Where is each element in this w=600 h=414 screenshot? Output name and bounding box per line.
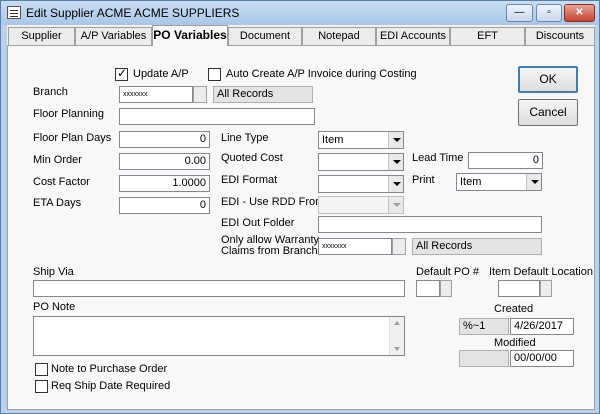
- close-button[interactable]: ✕: [564, 4, 595, 22]
- lead-time-field[interactable]: 0: [468, 152, 543, 169]
- default-po-label: Default PO #: [416, 266, 479, 278]
- edit-supplier-window: Edit Supplier ACME ACME SUPPLIERS — ▫ ✕ …: [0, 0, 600, 414]
- edi-rdd-select[interactable]: [318, 196, 404, 214]
- chevron-down-icon[interactable]: [526, 174, 541, 190]
- floor-planning-field[interactable]: [119, 108, 315, 125]
- scroll-down-icon[interactable]: [394, 347, 400, 351]
- branch-lookup-button[interactable]: [193, 86, 207, 103]
- tab-po-variables[interactable]: PO Variables: [152, 25, 228, 46]
- print-label: Print: [412, 174, 435, 186]
- tab-discounts[interactable]: Discounts: [525, 27, 595, 45]
- line-type-value: Item: [322, 134, 344, 146]
- dialog-client: Supplier A/P Variables PO Variables Docu…: [7, 25, 595, 410]
- ok-button[interactable]: OK: [518, 66, 578, 93]
- lead-time-label: Lead Time: [412, 152, 464, 164]
- edi-out-folder-field[interactable]: [318, 216, 542, 233]
- created-label: Created: [494, 303, 534, 315]
- warranty-branch-lookup-button[interactable]: [392, 238, 406, 255]
- req-ship-date-label: Req Ship Date Required: [51, 380, 171, 392]
- ship-via-label: Ship Via: [33, 266, 74, 278]
- warranty-branch-code-field[interactable]: xxxxxxx: [318, 238, 392, 255]
- created-date-field: 4/26/2017: [510, 318, 574, 335]
- minimize-button[interactable]: —: [506, 4, 533, 22]
- chevron-down-icon[interactable]: [388, 197, 403, 213]
- floor-plan-days-field[interactable]: 0: [119, 131, 210, 148]
- app-icon: [7, 6, 21, 19]
- min-order-field[interactable]: 0.00: [119, 153, 210, 170]
- item-default-location-lookup-button[interactable]: [540, 280, 552, 297]
- tab-edi-accounts[interactable]: EDI Accounts: [376, 27, 450, 45]
- auto-create-ap-checkbox[interactable]: [208, 68, 221, 81]
- print-select[interactable]: Item: [456, 173, 542, 191]
- ship-via-field[interactable]: [33, 280, 405, 297]
- edi-format-select[interactable]: [318, 175, 404, 193]
- chevron-down-icon[interactable]: [388, 176, 403, 192]
- branch-code-field[interactable]: xxxxxxx: [119, 86, 193, 103]
- cost-factor-field[interactable]: 1.0000: [119, 175, 210, 192]
- chevron-down-icon[interactable]: [388, 154, 403, 170]
- title-bar[interactable]: Edit Supplier ACME ACME SUPPLIERS — ▫ ✕: [1, 1, 599, 25]
- cancel-button[interactable]: Cancel: [518, 99, 578, 126]
- po-variables-panel: Update A/P Auto Create A/P Invoice durin…: [7, 45, 595, 410]
- floor-plan-days-label: Floor Plan Days: [33, 132, 112, 144]
- tab-notepad[interactable]: Notepad: [302, 27, 376, 45]
- po-note-textarea[interactable]: [33, 316, 405, 356]
- min-order-label: Min Order: [33, 154, 82, 166]
- cost-factor-label: Cost Factor: [33, 176, 90, 188]
- tab-document[interactable]: Document: [228, 27, 302, 45]
- branch-label: Branch: [33, 86, 68, 98]
- modified-user-field: [459, 350, 509, 367]
- warranty-branch-desc-field: All Records: [412, 238, 542, 255]
- floor-planning-label: Floor Planning: [33, 108, 104, 120]
- note-to-po-checkbox[interactable]: [35, 363, 48, 376]
- item-default-location-field[interactable]: [498, 280, 540, 297]
- line-type-select[interactable]: Item: [318, 131, 404, 149]
- edi-out-folder-label: EDI Out Folder: [221, 217, 295, 229]
- req-ship-date-checkbox[interactable]: [35, 380, 48, 393]
- quoted-cost-select[interactable]: [318, 153, 404, 171]
- window-title: Edit Supplier ACME ACME SUPPLIERS: [26, 6, 240, 20]
- edi-rdd-label: EDI - Use RDD From: [221, 196, 325, 208]
- tab-ap-variables[interactable]: A/P Variables: [75, 27, 152, 45]
- eta-days-label: ETA Days: [33, 197, 82, 209]
- po-note-label: PO Note: [33, 301, 76, 313]
- eta-days-field[interactable]: 0: [119, 197, 210, 214]
- quoted-cost-label: Quoted Cost: [221, 152, 283, 164]
- branch-desc-field: All Records: [213, 86, 313, 103]
- print-value: Item: [460, 176, 482, 188]
- line-type-label: Line Type: [221, 132, 269, 144]
- modified-date-field: 00/00/00: [510, 350, 574, 367]
- scroll-up-icon[interactable]: [394, 321, 400, 325]
- tab-strip: Supplier A/P Variables PO Variables Docu…: [7, 25, 595, 46]
- tab-eft[interactable]: EFT: [450, 27, 525, 45]
- warranty-label-line2: Claims from Branch: [221, 245, 318, 257]
- note-to-po-label: Note to Purchase Order: [51, 363, 168, 375]
- update-ap-label: Update A/P: [133, 68, 189, 80]
- auto-create-ap-label: Auto Create A/P Invoice during Costing: [226, 68, 417, 80]
- item-default-location-label: Item Default Location: [489, 266, 593, 278]
- default-po-lookup-button[interactable]: [440, 280, 452, 297]
- po-note-scrollbar[interactable]: [389, 317, 404, 355]
- tab-supplier[interactable]: Supplier: [8, 27, 75, 45]
- edi-format-label: EDI Format: [221, 174, 278, 186]
- chevron-down-icon[interactable]: [388, 132, 403, 148]
- maximize-button[interactable]: ▫: [536, 4, 562, 22]
- update-ap-checkbox[interactable]: [115, 66, 128, 81]
- modified-label: Modified: [494, 337, 536, 349]
- default-po-field[interactable]: [416, 280, 440, 297]
- created-user-field: %~1: [459, 318, 509, 335]
